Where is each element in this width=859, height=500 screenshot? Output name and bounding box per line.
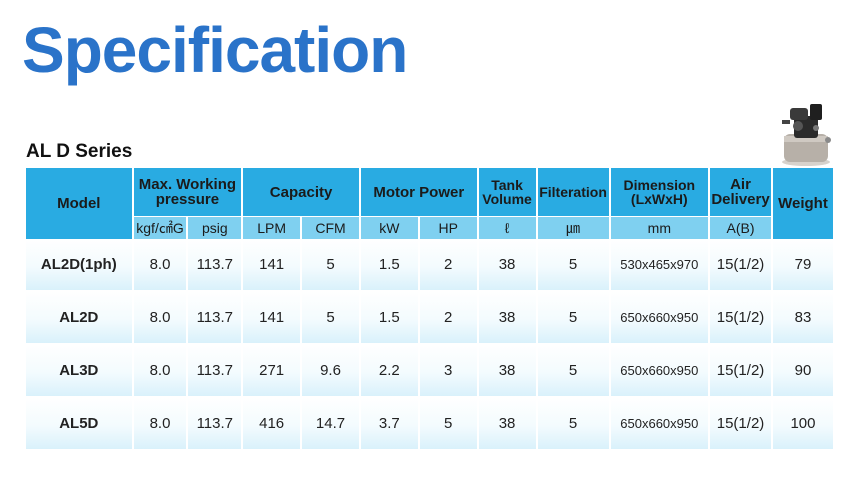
cell-hp: 2 (419, 292, 477, 345)
header-filteration: Filteration (537, 168, 609, 216)
cell-hp: 5 (419, 398, 477, 451)
cell-weight: 100 (772, 398, 833, 451)
cell-dimension: 650x660x950 (610, 292, 709, 345)
unit-kgf: kgf/㎠G (133, 216, 187, 239)
cell-kw: 2.2 (360, 345, 418, 398)
cell-hp: 3 (419, 345, 477, 398)
cell-lpm: 141 (243, 292, 301, 345)
cell-kgf: 8.0 (133, 398, 187, 451)
air-compressor-image (782, 104, 831, 166)
header-air-delivery: Air Delivery (710, 168, 771, 216)
cell-hp: 2 (419, 239, 477, 292)
page-title: Specification (22, 14, 408, 86)
cell-cfm: 5 (302, 292, 359, 345)
header-dimension: Dimension (LxWxH) (610, 168, 709, 216)
cell-tank: 38 (478, 398, 536, 451)
cell-lpm: 416 (243, 398, 301, 451)
unit-row: kgf/㎠G psig LPM CFM kW HP ℓ ㎛ mm A(B) (26, 216, 833, 239)
specification-table: Model Max. Working pressure Capacity Mot… (24, 168, 835, 451)
cell-weight: 90 (772, 345, 833, 398)
cell-model: AL2D (26, 292, 132, 345)
cell-kw: 3.7 (360, 398, 418, 451)
cell-weight: 83 (772, 292, 833, 345)
table-row: AL2D(1ph) 8.0 113.7 141 5 1.5 2 38 5 530… (26, 239, 833, 292)
cell-psig: 113.7 (188, 398, 242, 451)
header-weight: Weight (772, 168, 833, 239)
cell-filter: 5 (537, 292, 609, 345)
cell-model: AL3D (26, 345, 132, 398)
cell-lpm: 141 (243, 239, 301, 292)
header-tank-volume: Tank Volume (478, 168, 536, 216)
cell-cfm: 5 (302, 239, 359, 292)
series-title: AL D Series (26, 141, 133, 162)
table-row: AL2D 8.0 113.7 141 5 1.5 2 38 5 650x660x… (26, 292, 833, 345)
cell-kgf: 8.0 (133, 239, 187, 292)
cell-dimension: 650x660x950 (610, 345, 709, 398)
header-capacity: Capacity (243, 168, 359, 216)
cell-cfm: 14.7 (302, 398, 359, 451)
cell-air-delivery: 15(1/2) (710, 292, 771, 345)
cell-model: AL2D(1ph) (26, 239, 132, 292)
unit-air-delivery: A(B) (710, 216, 771, 239)
unit-hp: HP (419, 216, 477, 239)
cell-air-delivery: 15(1/2) (710, 345, 771, 398)
cell-filter: 5 (537, 345, 609, 398)
cell-psig: 113.7 (188, 345, 242, 398)
table-row: AL3D 8.0 113.7 271 9.6 2.2 3 38 5 650x66… (26, 345, 833, 398)
cell-air-delivery: 15(1/2) (710, 398, 771, 451)
table-row: AL5D 8.0 113.7 416 14.7 3.7 5 38 5 650x6… (26, 398, 833, 451)
header-row: Model Max. Working pressure Capacity Mot… (26, 168, 833, 239)
unit-filter: ㎛ (537, 216, 609, 239)
cell-tank: 38 (478, 345, 536, 398)
cell-kw: 1.5 (360, 292, 418, 345)
unit-lpm: LPM (243, 216, 301, 239)
unit-tank: ℓ (478, 216, 536, 239)
cell-psig: 113.7 (188, 239, 242, 292)
unit-psig: psig (188, 216, 242, 239)
cell-filter: 5 (537, 398, 609, 451)
header-model: Model (26, 168, 132, 239)
cell-tank: 38 (478, 239, 536, 292)
unit-dimension: mm (610, 216, 709, 239)
cell-kgf: 8.0 (133, 345, 187, 398)
cell-filter: 5 (537, 239, 609, 292)
header-motor-power: Motor Power (360, 168, 477, 216)
cell-weight: 79 (772, 239, 833, 292)
cell-psig: 113.7 (188, 292, 242, 345)
cell-kgf: 8.0 (133, 292, 187, 345)
header-max-working-pressure: Max. Working pressure (133, 168, 242, 216)
cell-tank: 38 (478, 292, 536, 345)
cell-air-delivery: 15(1/2) (710, 239, 771, 292)
unit-cfm: CFM (302, 216, 359, 239)
cell-dimension: 650x660x950 (610, 398, 709, 451)
cell-dimension: 530x465x970 (610, 239, 709, 292)
unit-kw: kW (360, 216, 418, 239)
cell-lpm: 271 (243, 345, 301, 398)
cell-kw: 1.5 (360, 239, 418, 292)
cell-model: AL5D (26, 398, 132, 451)
cell-cfm: 9.6 (302, 345, 359, 398)
